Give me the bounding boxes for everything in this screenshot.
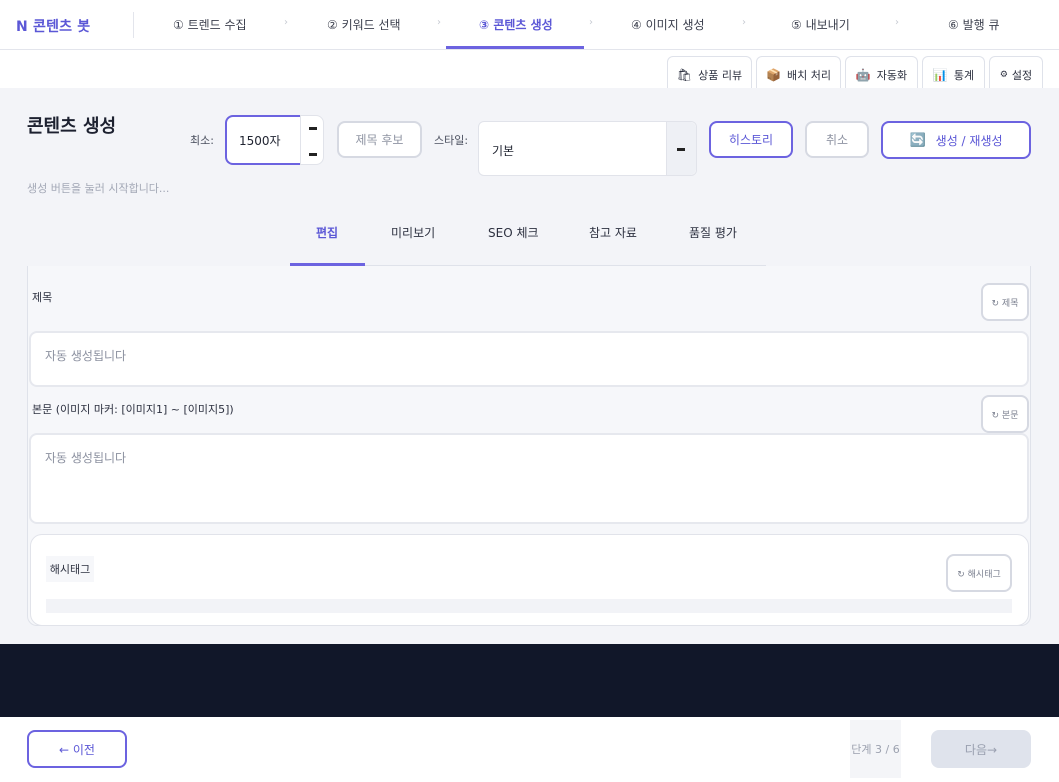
title-input[interactable]: 자동 생성됩니다 <box>29 331 1029 387</box>
robot-icon: 🤖 <box>855 68 871 82</box>
step-trend-collection[interactable]: ① 트렌드 수집 <box>173 16 247 33</box>
brand-divider <box>133 12 134 38</box>
package-icon: 📦 <box>766 68 781 82</box>
tab-references[interactable]: 참고 자료 <box>589 224 637 241</box>
step-separator: › <box>437 17 441 28</box>
shopping-bag-icon: 🛍 <box>676 68 693 82</box>
hashtag-input[interactable] <box>46 599 1012 613</box>
min-length-stepper[interactable] <box>300 115 324 165</box>
body-textarea[interactable]: 자동 생성됩니다 <box>29 433 1029 524</box>
style-dropdown-toggle[interactable] <box>666 122 696 175</box>
tab-preview[interactable]: 미리보기 <box>391 224 435 241</box>
body-field-label: 본문 (이미지 마커: [이미지1] ~ [이미지5]) <box>32 403 234 416</box>
gear-icon: ⚙ <box>999 70 1008 80</box>
style-select[interactable]: 기본 <box>478 121 697 176</box>
regenerate-hashtag-button[interactable]: ↻ 해시태그 <box>946 554 1012 592</box>
step-indicator: 단계 3 / 6 <box>850 720 901 778</box>
tool-label: 통계 <box>953 69 975 82</box>
hashtag-label: 해시태그 <box>46 556 94 582</box>
style-label: 스타일: <box>434 134 469 147</box>
step-separator: › <box>284 17 288 28</box>
previous-button[interactable]: ← 이전 <box>27 730 127 768</box>
active-step-indicator <box>446 46 584 49</box>
step-image-generation[interactable]: ④ 이미지 생성 <box>631 16 705 33</box>
title-candidates-button[interactable]: 제목 후보 <box>337 121 422 158</box>
step-export[interactable]: ⑤ 내보내기 <box>791 16 850 33</box>
next-button[interactable]: 다음→ <box>931 730 1031 768</box>
cancel-button[interactable]: 취소 <box>805 121 869 158</box>
step-keyword-selection[interactable]: ② 키워드 선택 <box>327 16 401 33</box>
tool-label: 상품 리뷰 <box>698 69 743 82</box>
step-separator: › <box>742 17 746 28</box>
history-button[interactable]: 히스토리 <box>709 121 793 158</box>
page-title: 콘텐츠 생성 <box>27 116 117 137</box>
bar-chart-icon: 📊 <box>932 68 948 82</box>
step-separator: › <box>589 17 593 28</box>
tool-label: 설정 <box>1011 69 1033 82</box>
regenerate-title-button[interactable]: ↻ 제목 <box>981 283 1029 321</box>
tab-seo-check[interactable]: SEO 체크 <box>488 224 539 241</box>
min-length-input[interactable]: 1500자 <box>225 115 301 165</box>
generate-button[interactable]: 🔄 생성 / 재생성 <box>881 121 1031 159</box>
tab-edit[interactable]: 편집 <box>316 224 338 241</box>
log-panel <box>0 644 1059 717</box>
min-length-label: 최소: <box>190 134 214 147</box>
style-select-value: 기본 <box>492 144 515 158</box>
tool-label: 배치 처리 <box>786 69 831 82</box>
step-separator: › <box>895 17 899 28</box>
stepper-up-icon[interactable] <box>309 127 317 130</box>
tab-quality-review[interactable]: 품질 평가 <box>689 224 737 241</box>
dropdown-icon <box>677 148 685 151</box>
regenerate-body-button[interactable]: ↻ 본문 <box>981 395 1029 433</box>
top-navigation: N 콘텐츠 봇 ① 트렌드 수집 › ② 키워드 선택 › ③ 콘텐츠 생성 ›… <box>0 0 1059 50</box>
step-content-generation[interactable]: ③ 콘텐츠 생성 <box>479 16 553 33</box>
step-publish-queue[interactable]: ⑥ 발행 큐 <box>948 16 1000 33</box>
tool-label: 자동화 <box>876 69 908 82</box>
status-hint: 생성 버튼을 눌러 시작합니다... <box>27 182 170 195</box>
generate-button-label: 생성 / 재생성 <box>935 133 1003 148</box>
stepper-down-icon[interactable] <box>309 153 317 156</box>
brand-logo[interactable]: N 콘텐츠 봇 <box>16 16 90 36</box>
refresh-icon: 🔄 <box>909 132 926 148</box>
title-field-label: 제목 <box>32 291 53 304</box>
